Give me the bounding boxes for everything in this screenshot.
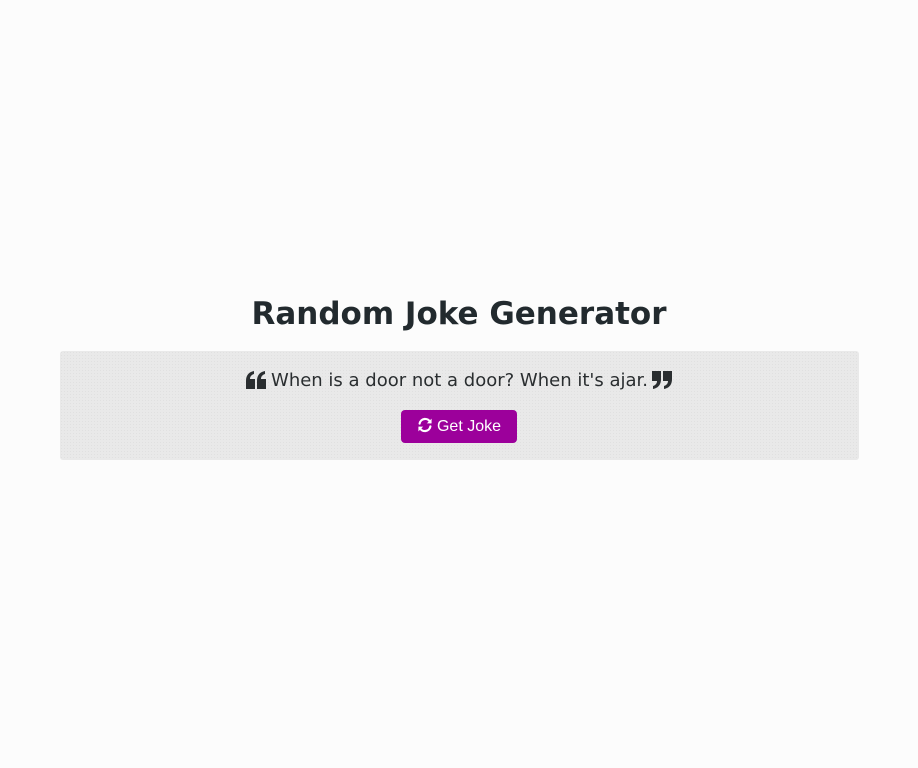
page: Random Joke Generator When is a door not…: [0, 0, 918, 768]
quote-right-icon: [651, 371, 673, 389]
get-joke-button-label: Get Joke: [436, 418, 502, 435]
joke-card: When is a door not a door? When it's aja…: [60, 351, 859, 460]
refresh-icon: [417, 417, 433, 433]
quote-left-icon: [246, 371, 267, 389]
get-joke-button[interactable]: Get Joke: [401, 410, 517, 443]
joke-quote: When is a door not a door? When it's aja…: [60, 368, 859, 394]
page-title: Random Joke Generator: [251, 296, 667, 332]
joke-text: When is a door not a door? When it's aja…: [271, 370, 648, 391]
